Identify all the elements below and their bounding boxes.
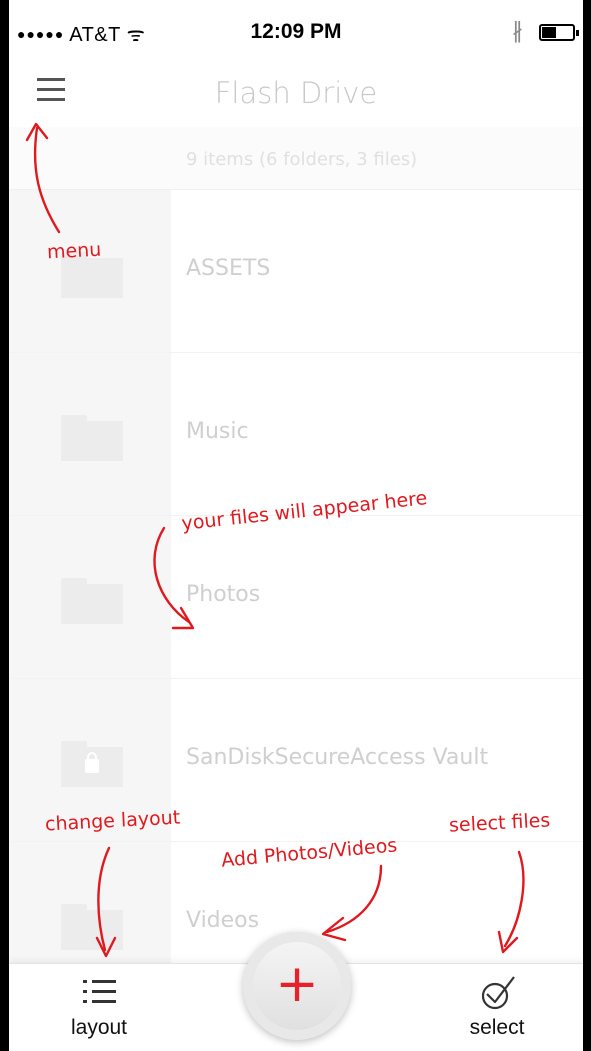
file-list: ASSETS Music Photos SanDiskSecureAccess …	[9, 190, 583, 1005]
item-thumbnail	[9, 353, 171, 515]
folder-icon	[61, 578, 123, 624]
add-button[interactable]: +	[243, 932, 351, 1040]
menu-annotation: menu	[46, 238, 102, 264]
add-button-face: +	[253, 942, 341, 1030]
layout-button[interactable]: layout	[51, 964, 147, 1051]
locked-folder-icon	[61, 741, 123, 787]
nav-bar: Flash Drive	[9, 62, 583, 127]
lock-icon	[85, 752, 99, 773]
plus-icon: +	[275, 954, 319, 1014]
item-summary: 9 items (6 folders, 3 files)	[9, 127, 583, 190]
app-screen: ●●●●● AT&T ᯤ 12:09 PM ∦ Flash Drive 9 it…	[9, 0, 583, 1051]
bluetooth-icon: ∦	[512, 18, 523, 43]
item-count-text: 9 items (6 folders, 3 files)	[186, 149, 418, 170]
status-time: 12:09 PM	[250, 20, 342, 43]
list-item[interactable]: ASSETS	[9, 190, 583, 353]
select-label: select	[469, 1016, 525, 1039]
item-name: SanDiskSecureAccess Vault	[186, 745, 489, 770]
battery-nub	[576, 30, 579, 36]
battery-level	[542, 27, 556, 38]
item-name: Music	[186, 419, 249, 444]
page-title: Flash Drive	[214, 76, 378, 110]
select-check-icon	[481, 976, 515, 1010]
item-name: Photos	[186, 582, 261, 607]
list-item[interactable]: Music	[9, 353, 583, 516]
select-button[interactable]: select	[449, 964, 545, 1051]
item-name: ASSETS	[186, 256, 271, 281]
layout-label: layout	[70, 1016, 128, 1039]
item-thumbnail	[9, 190, 171, 352]
folder-icon	[61, 904, 123, 950]
list-layout-icon	[83, 980, 117, 1006]
status-bar: ●●●●● AT&T ᯤ 12:09 PM ∦	[9, 0, 583, 62]
item-name: Videos	[186, 908, 260, 933]
battery-icon	[539, 24, 579, 41]
item-thumbnail	[9, 516, 171, 678]
list-item[interactable]: Photos	[9, 516, 583, 679]
folder-icon	[61, 415, 123, 461]
